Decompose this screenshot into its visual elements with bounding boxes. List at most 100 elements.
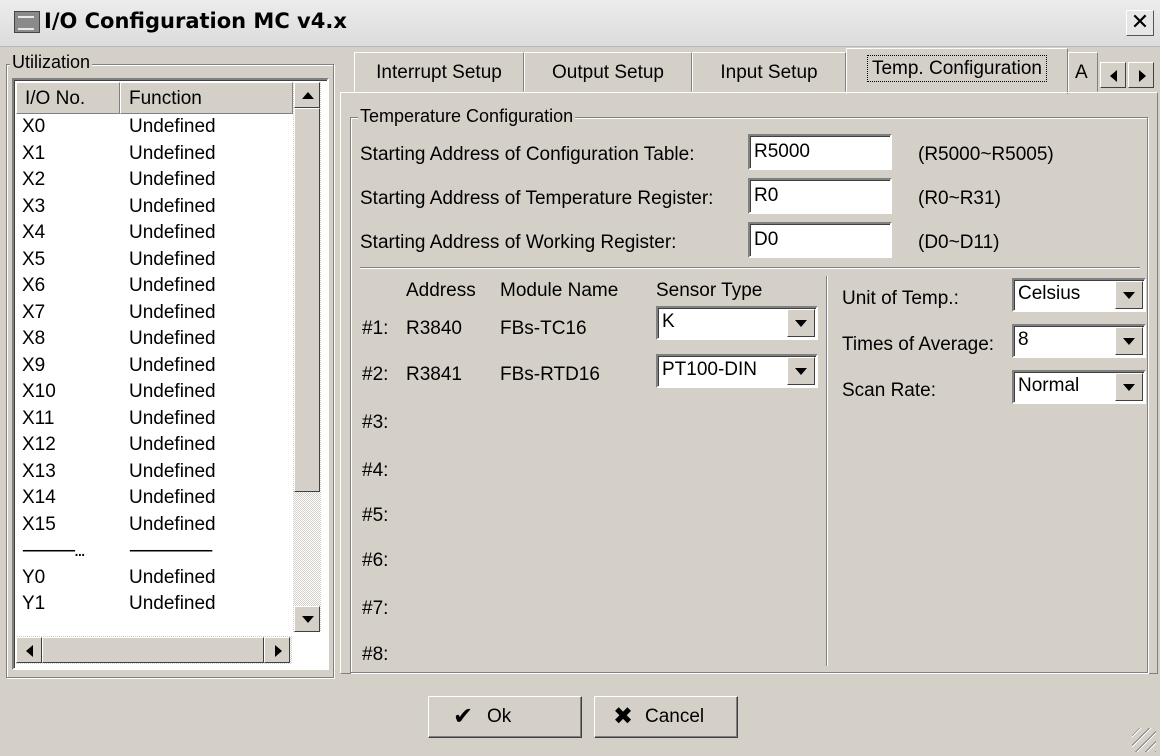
scroll-up-button[interactable] (294, 82, 320, 108)
address-header: Address (406, 280, 476, 301)
horizontal-scrollbar[interactable] (16, 636, 292, 664)
horizontal-scroll-thumb[interactable] (42, 637, 264, 663)
slot-2-label: #2: (362, 364, 389, 385)
arrow-up-icon (302, 92, 314, 99)
slot-2-module-name: FBs-RTD16 (500, 364, 600, 385)
dropdown-button[interactable] (1115, 327, 1143, 355)
scroll-down-button[interactable] (294, 606, 320, 632)
title-bar[interactable]: I/O Configuration MC v4.x ✕ (0, 0, 1160, 47)
scroll-thumb[interactable] (294, 108, 320, 492)
ok-button[interactable]: ✔ Ok (428, 696, 582, 738)
tab-interrupt-setup[interactable]: Interrupt Setup (354, 52, 524, 92)
io-number: Y1 (22, 593, 46, 614)
list-item[interactable]: X13 Undefined (16, 461, 290, 483)
io-function: Undefined (129, 142, 216, 164)
separator-text: ------------------- (129, 540, 213, 561)
io-number: X0 (22, 116, 46, 137)
io-function: Undefined (129, 169, 216, 190)
tab-label: Input Setup (720, 62, 818, 83)
dropdown-button[interactable] (1115, 373, 1143, 401)
list-item[interactable]: X15 Undefined (16, 514, 290, 536)
dropdown-button[interactable] (787, 357, 815, 385)
io-configuration-window: I/O Configuration MC v4.x ✕ Utilization … (0, 0, 1160, 756)
selected-value: Celsius (1018, 283, 1081, 304)
working-register-range: (D0~D11) (918, 232, 1000, 253)
dropdown-button[interactable] (1115, 281, 1143, 309)
column-header-function[interactable]: Function (120, 82, 293, 114)
times-of-average-select[interactable]: 8 (1012, 324, 1146, 358)
scroll-left-button[interactable] (16, 637, 42, 663)
list-item[interactable]: X8 Undefined (16, 328, 290, 350)
io-function: Undefined (129, 434, 216, 455)
list-item[interactable]: X2 Undefined (16, 169, 290, 191)
dropdown-button[interactable] (787, 309, 815, 337)
list-item[interactable]: X3 Undefined (16, 196, 290, 218)
tab-temp-configuration[interactable]: Temp. Configuration (846, 48, 1068, 94)
x-icon: ✖ (613, 703, 634, 730)
chevron-down-icon (795, 368, 807, 375)
utilization-legend: Utilization (10, 52, 93, 73)
io-number: X7 (22, 301, 46, 323)
slot-2-sensor-type-select[interactable]: PT100-DIN (656, 354, 818, 388)
list-item[interactable]: X10 Undefined (16, 381, 290, 403)
section-divider (360, 267, 1140, 268)
list-item[interactable]: X12 Undefined (16, 434, 290, 456)
working-register-address-input[interactable]: D0 (748, 222, 892, 258)
tab-scroll-right-button[interactable] (1128, 62, 1154, 88)
slot-2-address: R3841 (406, 364, 462, 385)
list-item[interactable]: X14 Undefined (16, 487, 290, 509)
unit-of-temp-select[interactable]: Celsius (1012, 278, 1146, 312)
cancel-button[interactable]: ✖ Cancel (594, 696, 738, 738)
resize-grip[interactable] (1132, 728, 1156, 752)
selected-value: Normal (1018, 375, 1080, 396)
arrow-down-icon (302, 616, 314, 623)
list-item[interactable]: X6 Undefined (16, 275, 290, 297)
scan-rate-select[interactable]: Normal (1012, 370, 1146, 404)
slot-1-address: R3840 (406, 318, 462, 339)
io-number: X6 (22, 275, 46, 296)
selected-value: PT100-DIN (662, 359, 758, 380)
list-item[interactable]: X11 Undefined (16, 408, 290, 430)
temperature-register-address-input[interactable]: R0 (748, 178, 892, 214)
temperature-configuration-legend: Temperature Configuration (358, 106, 576, 127)
arrow-right-icon (1139, 70, 1146, 82)
io-number: X1 (22, 142, 46, 164)
config-table-address-input[interactable]: R5000 (748, 134, 892, 170)
slot-1-sensor-type-select[interactable]: K (656, 306, 818, 340)
list-item[interactable]: X0 Undefined (16, 116, 290, 138)
list-item[interactable]: X4 Undefined (16, 222, 290, 244)
io-number: X3 (22, 195, 46, 217)
tab-input-setup[interactable]: Input Setup (692, 52, 846, 92)
config-table-label: Starting Address of Configuration Table: (360, 144, 695, 165)
io-number: X2 (22, 169, 46, 190)
temperature-register-label: Starting Address of Temperature Register… (360, 188, 714, 209)
io-function: Undefined (129, 487, 216, 508)
slot-8-label: #8: (362, 644, 389, 665)
slot-6-label: #6: (362, 550, 389, 571)
arrow-left-icon (1110, 70, 1117, 82)
utilization-list[interactable]: I/O No. Function X0 Undefined X1 Undefined X… (12, 78, 329, 670)
list-item[interactable]: X5 Undefined (16, 249, 290, 271)
tab-scroll-left-button[interactable] (1100, 62, 1126, 88)
io-number: X4 (22, 222, 46, 243)
io-function: Undefined (129, 275, 216, 296)
check-icon: ✔ (453, 703, 474, 730)
selected-value: 8 (1018, 329, 1029, 350)
list-item[interactable]: X1 Undefined (16, 143, 290, 165)
io-function: Undefined (129, 116, 216, 137)
tab-more[interactable]: A (1068, 52, 1098, 92)
io-number: X12 (22, 434, 56, 455)
io-number: X9 (22, 354, 46, 376)
list-item[interactable]: X9 Undefined (16, 355, 290, 377)
column-header-io-no[interactable]: I/O No. (16, 82, 120, 114)
selected-value: K (662, 311, 675, 332)
close-button[interactable]: ✕ (1126, 10, 1154, 36)
tab-label: Temp. Configuration (866, 55, 1048, 82)
tab-output-setup[interactable]: Output Setup (524, 52, 692, 92)
scroll-right-button[interactable] (264, 637, 290, 663)
list-item[interactable]: Y0 Undefined (16, 567, 290, 589)
list-separator: ------------... ------------------- (16, 540, 290, 562)
list-item[interactable]: Y1 Undefined (16, 593, 290, 615)
list-item[interactable]: X7 Undefined (16, 302, 290, 324)
vertical-scrollbar[interactable] (293, 82, 321, 632)
